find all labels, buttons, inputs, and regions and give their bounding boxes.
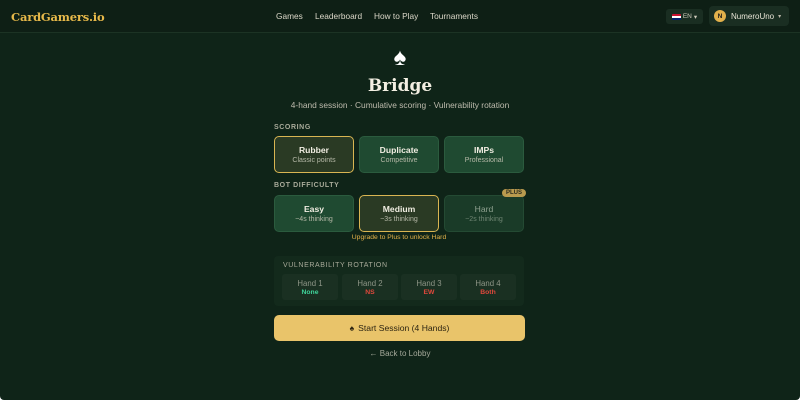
bot-difficulty-label: BOT DIFFICULTY	[274, 182, 340, 189]
hand-vulnerability: Both	[480, 288, 496, 296]
user-menu[interactable]: N NumeroUno ▾	[709, 6, 789, 26]
hand-vulnerability: EW	[423, 288, 435, 296]
vulnerability-panel: VULNERABILITY ROTATION Hand 1 None Hand …	[274, 256, 524, 306]
hand-cell: Hand 2 NS	[342, 274, 398, 300]
hand-cell: Hand 3 EW	[401, 274, 457, 300]
scoring-option-duplicate[interactable]: Duplicate Competitive	[359, 136, 439, 173]
difficulty-option-hard[interactable]: Hard ~2s thinking PLUS	[444, 189, 526, 232]
username: NumeroUno	[731, 11, 775, 21]
option-desc: ~3s thinking	[380, 216, 418, 223]
page-title: Bridge	[367, 76, 433, 96]
hand-cell: Hand 1 None	[282, 274, 338, 300]
back-to-lobby-link[interactable]: ← Back to Lobby	[0, 349, 800, 358]
nav-leaderboard[interactable]: Leaderboard	[315, 11, 362, 21]
hand-label: Hand 2	[357, 278, 383, 288]
scoring-option-rubber[interactable]: Rubber Classic points	[274, 136, 354, 173]
difficulty-option-medium[interactable]: Medium ~3s thinking	[359, 195, 439, 232]
plus-badge: PLUS	[501, 189, 526, 197]
upgrade-link[interactable]: Upgrade to Plus to unlock Hard	[274, 234, 524, 241]
option-desc: ~4s thinking	[295, 216, 333, 223]
uk-flag-icon	[671, 13, 681, 20]
nav-tournaments[interactable]: Tournaments	[430, 11, 478, 21]
scoring-label: SCORING	[274, 124, 311, 131]
spade-icon: ♠	[349, 323, 355, 333]
hand-cell: Hand 4 Both	[460, 274, 516, 300]
option-name: Medium	[382, 204, 416, 214]
option-name: Easy	[303, 204, 325, 214]
difficulty-option-easy[interactable]: Easy ~4s thinking	[274, 195, 354, 232]
hand-vulnerability: None	[301, 288, 319, 296]
chevron-down-icon: ▾	[693, 13, 698, 21]
nav-games[interactable]: Games	[276, 11, 303, 21]
option-name: Duplicate	[379, 145, 419, 155]
start-session-label: Start Session (4 Hands)	[358, 323, 450, 333]
spade-icon: ♠	[393, 44, 407, 71]
avatar: N	[714, 10, 726, 22]
option-desc: Competitive	[380, 157, 418, 164]
nav-how-to-play[interactable]: How to Play	[374, 11, 418, 21]
hand-label: Hand 3	[416, 278, 442, 288]
vulnerability-label: VULNERABILITY ROTATION	[283, 262, 388, 269]
top-nav-bar: CardGamers.io Games Leaderboard How to P…	[0, 0, 800, 33]
hand-label: Hand 4	[475, 278, 501, 288]
option-desc: Classic points	[292, 157, 336, 164]
option-desc: ~2s thinking	[465, 216, 503, 223]
start-session-button[interactable]: ♠ Start Session (4 Hands)	[274, 315, 525, 341]
option-name: IMPs	[473, 145, 495, 155]
option-desc: Professional	[464, 157, 504, 164]
app-frame: CardGamers.io Games Leaderboard How to P…	[0, 0, 800, 400]
option-name: Hard	[474, 204, 494, 214]
language-selector[interactable]: EN ▾	[666, 9, 703, 24]
language-code: EN	[682, 13, 692, 20]
scoring-option-imps[interactable]: IMPs Professional	[444, 136, 524, 173]
hand-vulnerability: NS	[365, 288, 375, 296]
page-subtitle: 4-hand session · Cumulative scoring · Vu…	[290, 100, 510, 110]
option-name: Rubber	[298, 145, 330, 155]
hand-label: Hand 1	[297, 278, 323, 288]
chevron-down-icon: ▾	[778, 13, 782, 20]
